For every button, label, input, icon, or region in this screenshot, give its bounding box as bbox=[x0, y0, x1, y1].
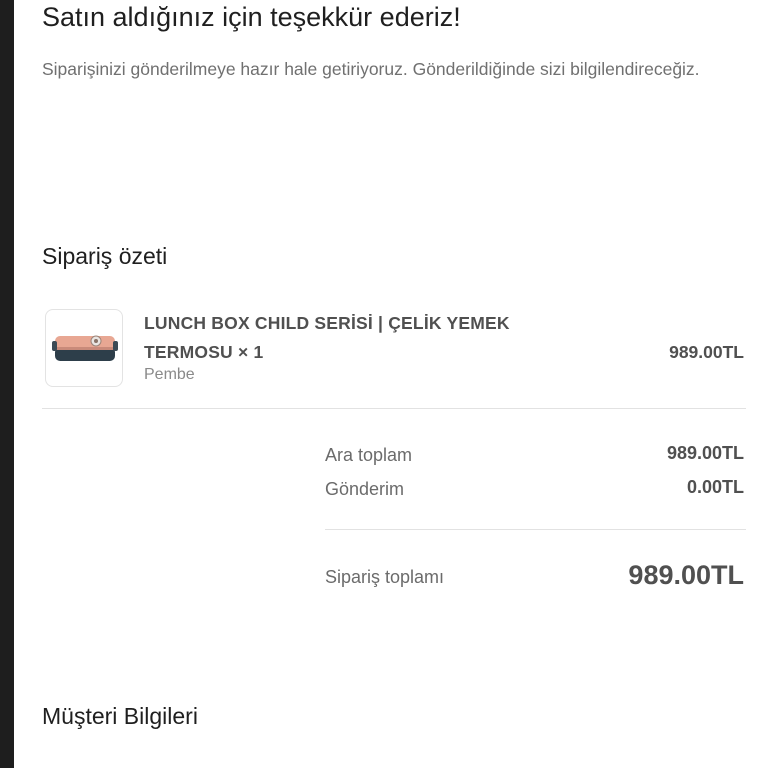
page-title: Satın aldığınız için teşekkür ederiz! bbox=[42, 2, 461, 32]
product-thumbnail bbox=[45, 309, 123, 387]
order-confirmation-page: Satın aldığınız için teşekkür ederiz! Si… bbox=[42, 0, 746, 768]
product-price: 989.00TL bbox=[669, 342, 744, 362]
left-edge-bar bbox=[0, 0, 14, 768]
order-total-value: 989.00TL bbox=[628, 560, 744, 590]
order-summary-title: Sipariş özeti bbox=[42, 243, 168, 269]
items-divider bbox=[42, 408, 746, 409]
shipping-value: 0.00TL bbox=[686, 477, 744, 497]
totals-divider bbox=[325, 529, 746, 530]
product-variant: Pembe bbox=[144, 366, 195, 383]
subtotal-label: Ara toplam bbox=[325, 445, 413, 465]
confirmation-message: Siparişinizi gönderilmeye hazır hale get… bbox=[42, 59, 700, 79]
product-name: LUNCH BOX CHILD SERİSİ | ÇELİK YEMEK TER… bbox=[144, 313, 510, 362]
shipping-label: Gönderim bbox=[325, 479, 405, 499]
customer-info-title: Müşteri Bilgileri bbox=[42, 703, 198, 729]
order-total-label: Sipariş toplamı bbox=[325, 567, 445, 587]
subtotal-value: 989.00TL bbox=[666, 443, 744, 463]
lunch-box-icon bbox=[52, 335, 118, 361]
